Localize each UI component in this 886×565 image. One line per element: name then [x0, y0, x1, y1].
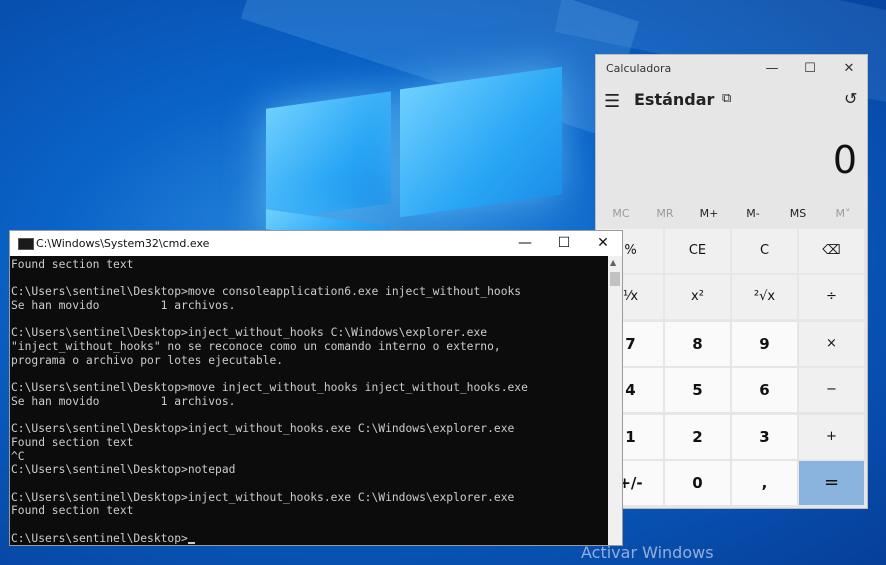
console-line: C:\Users\sentinel\Desktop>move consoleap… [11, 285, 522, 299]
history-icon[interactable]: ↺ [844, 89, 857, 108]
multiply-button[interactable]: × [799, 322, 864, 366]
vertical-scrollbar[interactable]: ▲ [608, 256, 622, 545]
backspace-button[interactable]: ⌫ [799, 229, 864, 273]
console-line: Se han movido 1 archivos. [11, 394, 236, 408]
minimize-button[interactable]: — [762, 59, 782, 79]
memory-subtract-button[interactable]: M- [731, 207, 775, 220]
maximize-button[interactable]: ☐ [553, 233, 575, 253]
calculator-mode-title: Estándar [634, 90, 715, 109]
square-button[interactable]: x² [665, 275, 730, 319]
console-line: Found section text [11, 258, 134, 271]
windows-logo-pane [266, 91, 391, 221]
memory-add-button[interactable]: M+ [687, 207, 731, 220]
calculator-display: 0 [832, 138, 857, 182]
maximize-button[interactable]: ☐ [800, 59, 820, 79]
add-button[interactable]: + [799, 415, 864, 459]
cmd-icon [18, 238, 34, 250]
memory-recall-button[interactable]: MR [643, 207, 687, 220]
square-root-button[interactable]: ²√x [732, 275, 797, 319]
console-line: C:\Users\sentinel\Desktop>inject_without… [11, 490, 515, 504]
console-line: C:\Users\sentinel\Desktop>notepad [11, 463, 236, 477]
console-line: Found section text [11, 435, 134, 449]
console-line: C:\Users\sentinel\Desktop>move inject_wi… [11, 381, 528, 395]
console-prompt-line[interactable]: C:\Users\sentinel\Desktop> [11, 532, 607, 544]
scrollbar-thumb[interactable] [610, 272, 620, 286]
scroll-up-icon[interactable]: ▲ [610, 258, 616, 267]
cmd-title: C:\Windows\System32\cmd.exe [36, 237, 210, 250]
clear-entry-button[interactable]: CE [665, 229, 730, 273]
windows-logo-pane [400, 66, 562, 218]
console-line: "inject_without_hooks" no se reconoce co… [11, 340, 501, 354]
cmd-window[interactable]: C:\Windows\System32\cmd.exe — ☐ ✕ Found … [9, 230, 623, 546]
text-cursor [187, 542, 195, 544]
memory-list-button[interactable]: M˅ [821, 207, 865, 220]
equals-button[interactable]: = [799, 461, 864, 505]
digit-3-button[interactable]: 3 [732, 415, 797, 459]
cmd-titlebar[interactable]: C:\Windows\System32\cmd.exe — ☐ ✕ [10, 231, 622, 256]
digit-6-button[interactable]: 6 [732, 368, 797, 412]
digit-5-button[interactable]: 5 [665, 368, 730, 412]
console-line: C:\Users\sentinel\Desktop>inject_without… [11, 422, 515, 436]
close-button[interactable]: ✕ [839, 59, 859, 79]
close-button[interactable]: ✕ [592, 233, 614, 253]
console-output[interactable]: Found section text C:\Users\sentinel\Des… [11, 258, 607, 544]
memory-clear-button[interactable]: MC [599, 207, 643, 220]
clear-button[interactable]: C [732, 229, 797, 273]
hamburger-menu-icon[interactable]: ☰ [604, 91, 620, 112]
calculator-titlebar[interactable]: Calculadora — ☐ ✕ [596, 55, 867, 83]
console-line: C:\Users\sentinel\Desktop>inject_without… [11, 326, 488, 340]
divide-button[interactable]: ÷ [799, 275, 864, 319]
subtract-button[interactable]: − [799, 368, 864, 412]
minimize-button[interactable]: — [514, 233, 536, 253]
decimal-button[interactable]: , [732, 461, 797, 505]
calculator-window[interactable]: Calculadora — ☐ ✕ ☰ Estándar ⧉ ↺ 0 MC MR… [595, 54, 868, 509]
digit-8-button[interactable]: 8 [665, 322, 730, 366]
console-prompt: C:\Users\sentinel\Desktop> [11, 531, 188, 544]
memory-store-button[interactable]: MS [776, 207, 820, 220]
keep-on-top-icon[interactable]: ⧉ [722, 91, 731, 106]
console-line: ^C [11, 449, 25, 463]
console-line: Found section text [11, 504, 134, 518]
console-line: Se han movido 1 archivos. [11, 299, 236, 313]
console-line: programa o archivo por lotes ejecutable. [11, 353, 284, 367]
digit-9-button[interactable]: 9 [732, 322, 797, 366]
digit-2-button[interactable]: 2 [665, 415, 730, 459]
calculator-header: ☰ Estándar ⧉ ↺ [596, 85, 867, 121]
digit-0-button[interactable]: 0 [665, 461, 730, 505]
calculator-title: Calculadora [606, 62, 672, 75]
